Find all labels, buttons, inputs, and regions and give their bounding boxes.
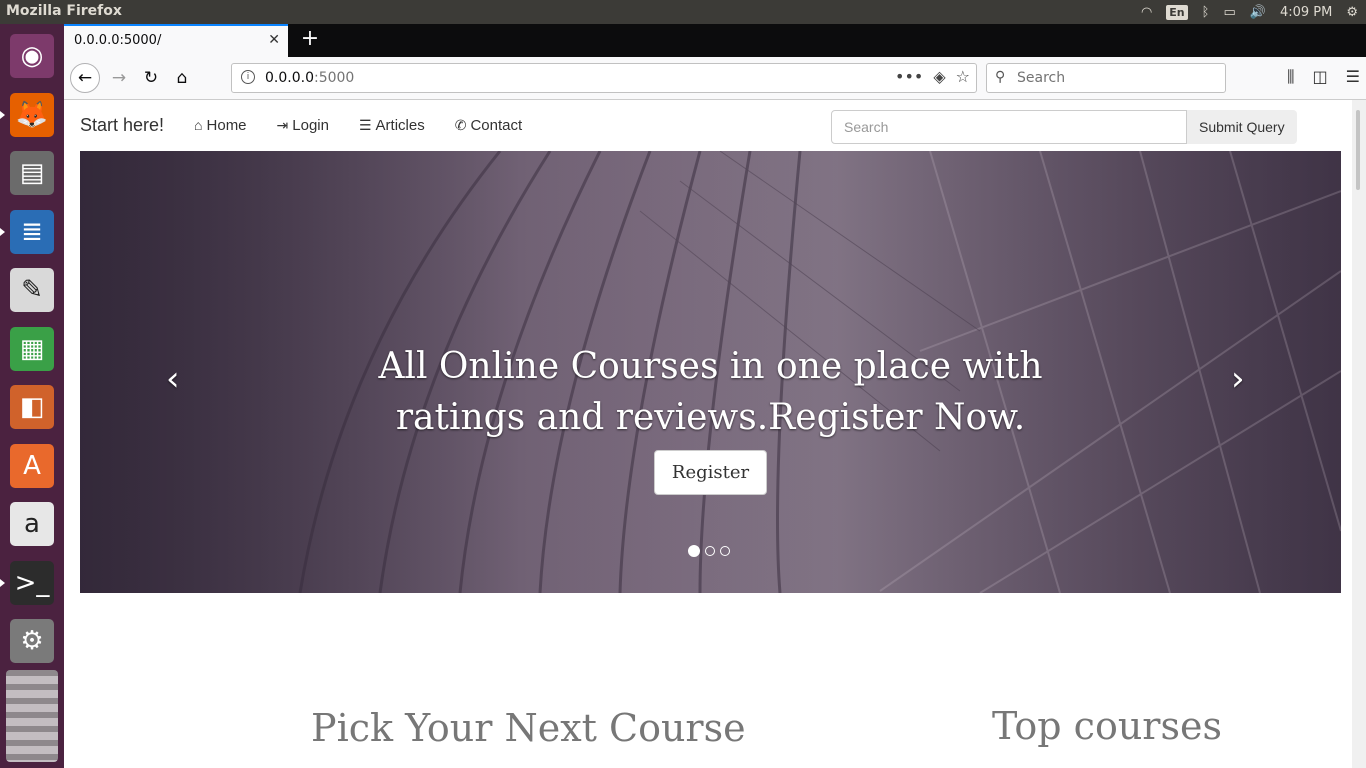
back-arrow-icon: ←	[77, 68, 93, 88]
nav-link-label: Home	[206, 116, 247, 134]
nav-login-link[interactable]: ⇥ Login	[277, 117, 329, 134]
site-navbar: Start here! ⌂ Home ⇥ Login ☰ Articles ✆ …	[80, 110, 552, 140]
reload-button[interactable]: ↻	[136, 63, 166, 93]
caption-line-2: ratings and reviews.Register Now.	[395, 397, 1026, 438]
register-button[interactable]: Register	[654, 450, 767, 495]
url-bar[interactable]: i 0.0.0.0:5000 ••• ◈ ☆	[231, 63, 977, 93]
clock[interactable]: 4:09 PM	[1280, 5, 1332, 20]
login-icon: ⇥	[276, 116, 289, 133]
reload-icon: ↻	[143, 68, 159, 88]
scrollbar-thumb[interactable]	[1356, 110, 1360, 190]
nav-link-label: Login	[292, 116, 329, 134]
document-viewer-icon-glyph: ✎	[10, 268, 54, 312]
running-indicator	[0, 578, 5, 587]
impress-icon-glyph: ◧	[10, 385, 54, 429]
running-indicator	[0, 227, 5, 236]
forward-arrow-icon: →	[111, 68, 127, 88]
workspace-switcher-icon[interactable]	[6, 670, 58, 762]
battery-icon[interactable]: ▭	[1223, 5, 1235, 20]
library-icon[interactable]: ⫼	[1287, 67, 1294, 87]
sidebar-icon[interactable]: ◫	[1313, 67, 1328, 87]
list-icon: ☰	[358, 116, 372, 133]
nav-link-label: Contact	[470, 116, 523, 134]
browser-tab[interactable]: 0.0.0.0:5000/ ✕	[64, 24, 288, 57]
phone-icon: ✆	[454, 116, 467, 133]
hero-carousel: ‹ › All Online Courses in one place with…	[80, 151, 1341, 593]
caption-line-1: All Online Courses in one place with	[378, 346, 1043, 387]
bluetooth-icon[interactable]: ᛒ	[1202, 5, 1210, 20]
url-text[interactable]: 0.0.0.0:5000	[265, 70, 354, 86]
home-button[interactable]: ⌂	[167, 63, 197, 93]
carousel-indicator-2[interactable]	[705, 546, 715, 556]
writer-icon-glyph: ≣	[10, 209, 54, 254]
carousel-indicator-1[interactable]	[688, 545, 700, 557]
site-brand[interactable]: Start here!	[80, 115, 164, 136]
browser-tab-bar: 0.0.0.0:5000/ ✕ +	[64, 24, 1366, 57]
software-center-icon[interactable]: A	[6, 440, 58, 492]
browser-toolbar: ← → ↻ ⌂ i 0.0.0.0:5000 ••• ◈ ☆ ⚲ Search …	[64, 57, 1366, 100]
nav-link-label: Articles	[375, 116, 425, 134]
nav-contact-link[interactable]: ✆ Contact	[455, 117, 522, 134]
settings-icon-glyph: ⚙	[10, 619, 54, 663]
document-viewer-icon[interactable]: ✎	[6, 264, 58, 316]
writer-icon[interactable]: ≣	[6, 206, 58, 258]
nav-home-link[interactable]: ⌂ Home	[194, 117, 246, 134]
window-title: Mozilla Firefox	[6, 3, 122, 19]
pocket-icon[interactable]: ◈	[933, 67, 945, 86]
home-icon: ⌂	[194, 117, 203, 133]
page-content: Start here! ⌂ Home ⇥ Login ☰ Articles ✆ …	[64, 100, 1352, 768]
forward-button[interactable]: →	[104, 63, 134, 93]
files-icon[interactable]: ▤	[6, 147, 58, 199]
url-host: 0.0.0.0	[265, 70, 314, 86]
browser-search-bar[interactable]: ⚲ Search	[986, 63, 1226, 93]
unity-launcher: ◉ 🦊 ▤ ≣ ✎ ▦ ◧ Aa >_ ⚙	[0, 24, 64, 768]
nav-articles-link[interactable]: ☰ Articles	[359, 117, 425, 134]
close-tab-icon[interactable]: ✕	[268, 32, 280, 48]
back-button[interactable]: ←	[70, 63, 100, 93]
calc-icon[interactable]: ▦	[6, 323, 58, 375]
carousel-caption: All Online Courses in one place with rat…	[80, 341, 1341, 443]
ubuntu-dash-icon[interactable]: ◉	[6, 30, 58, 82]
firefox-icon[interactable]: 🦊	[6, 89, 58, 141]
menu-icon[interactable]: ☰	[1346, 67, 1360, 87]
page-actions-icon[interactable]: •••	[895, 67, 923, 86]
browser-search-placeholder: Search	[1017, 70, 1066, 86]
power-gear-icon[interactable]: ⚙	[1346, 5, 1358, 20]
firefox-icon-glyph: 🦊	[10, 92, 54, 137]
site-search-input[interactable]	[831, 110, 1187, 144]
site-info-icon[interactable]: i	[241, 70, 255, 84]
calc-icon-glyph: ▦	[10, 326, 54, 371]
amazon-icon[interactable]: a	[6, 498, 58, 550]
terminal-icon-glyph: >_	[10, 560, 54, 605]
amazon-icon-glyph: a	[10, 502, 54, 546]
bookmark-star-icon[interactable]: ☆	[956, 67, 970, 86]
url-port: :5000	[313, 70, 355, 86]
section-title-pick-course: Pick Your Next Course	[311, 706, 746, 750]
system-top-bar: Mozilla Firefox ◠ En ᛒ ▭ 🔊 4:09 PM ⚙	[0, 0, 1366, 24]
section-title-top-courses: Top courses	[992, 704, 1222, 748]
system-tray: ◠ En ᛒ ▭ 🔊 4:09 PM ⚙	[1141, 0, 1358, 24]
page-scrollbar[interactable]	[1352, 100, 1366, 768]
tab-title: 0.0.0.0:5000/	[74, 33, 162, 48]
wifi-icon[interactable]: ◠	[1141, 5, 1152, 20]
files-icon-glyph: ▤	[10, 151, 54, 195]
ubuntu-dash-icon-glyph: ◉	[10, 34, 54, 78]
running-indicator	[0, 110, 5, 119]
software-center-icon-glyph: A	[10, 443, 54, 488]
new-tab-button[interactable]: +	[296, 26, 324, 51]
submit-query-button[interactable]: Submit Query	[1187, 110, 1297, 144]
home-icon: ⌂	[176, 68, 188, 88]
settings-icon[interactable]: ⚙	[6, 615, 58, 667]
search-icon: ⚲	[995, 69, 1006, 85]
site-search-form: Submit Query	[831, 110, 1297, 144]
carousel-indicator-3[interactable]	[720, 546, 730, 556]
keyboard-layout-indicator[interactable]: En	[1166, 4, 1188, 20]
impress-icon[interactable]: ◧	[6, 381, 58, 433]
terminal-icon[interactable]: >_	[6, 557, 58, 609]
carousel-indicators	[688, 545, 730, 557]
volume-icon[interactable]: 🔊	[1250, 5, 1266, 20]
